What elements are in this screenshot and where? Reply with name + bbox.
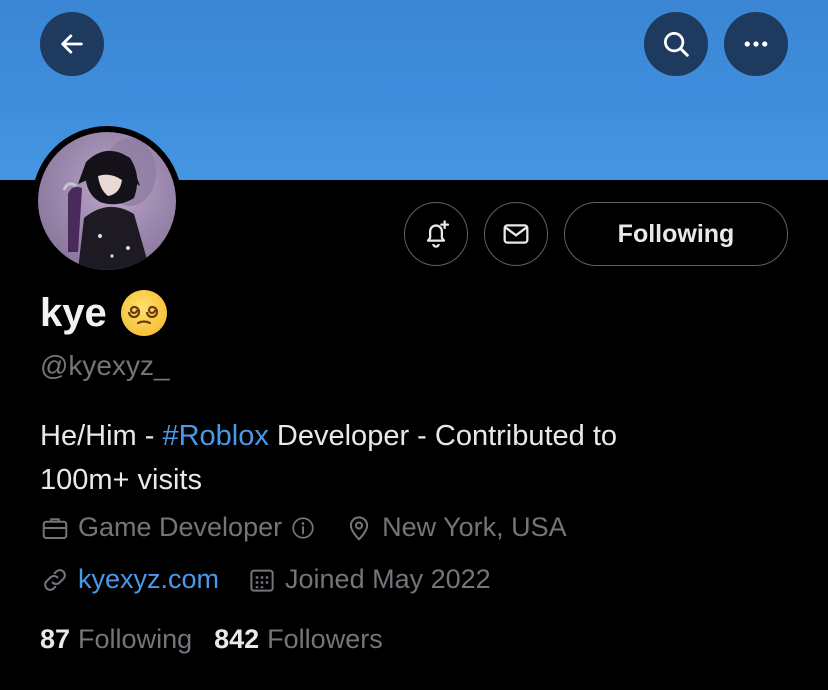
dizzy-face-emoji <box>120 290 167 336</box>
following-button-label: Following <box>617 219 735 248</box>
bio-line2: 100m+ visits <box>40 464 202 496</box>
display-name: kye <box>40 290 107 335</box>
bio-line1-rest: Developer - Contributed to <box>268 420 618 452</box>
calendar-icon <box>250 569 274 592</box>
bell-plus-icon <box>426 220 450 248</box>
followers-count: 842 <box>214 624 260 654</box>
profile-meta-row-2: kyexyz.com Joined May 2022 <box>40 564 519 595</box>
avatar-image <box>38 132 176 270</box>
following-button[interactable]: Following <box>564 202 788 266</box>
location-item: New York, USA <box>344 512 567 543</box>
display-name-row: kye <box>40 290 167 336</box>
info-icon[interactable] <box>290 515 316 541</box>
bio-hashtag-link[interactable]: #Roblox <box>162 420 268 452</box>
arrow-left-icon <box>61 34 83 54</box>
back-button[interactable] <box>40 12 104 76</box>
message-button[interactable] <box>484 202 548 266</box>
notify-button[interactable] <box>404 202 468 266</box>
following-stat-label: Following <box>78 624 193 654</box>
bio: He/Him - #Roblox Developer - Contributed… <box>40 414 780 502</box>
handle: @kyexyz_ <box>40 350 170 381</box>
avatar[interactable] <box>32 126 182 276</box>
location-text: New York, USA <box>382 512 567 542</box>
more-options-button[interactable] <box>724 12 788 76</box>
bio-prefix: He/Him - <box>40 420 163 452</box>
envelope-icon <box>503 224 529 244</box>
category-text: Game Developer <box>78 512 283 542</box>
category-item: Game Developer <box>40 512 316 543</box>
following-stat-link[interactable]: 87 Following <box>40 624 192 655</box>
website-item[interactable]: kyexyz.com <box>40 564 219 595</box>
location-pin-icon <box>349 515 369 541</box>
website-link[interactable]: kyexyz.com <box>78 564 219 595</box>
profile-meta-row-1: Game Developer New York, USA <box>40 512 595 543</box>
link-icon <box>44 568 66 591</box>
followers-stat-link[interactable]: 842 Followers <box>214 624 383 655</box>
joined-text: Joined May 2022 <box>285 564 491 594</box>
following-count: 87 <box>40 624 71 654</box>
search-icon <box>664 32 689 57</box>
joined-item: Joined May 2022 <box>247 564 491 595</box>
more-horizontal-icon <box>744 41 768 47</box>
briefcase-icon <box>42 517 68 539</box>
search-button[interactable] <box>644 12 708 76</box>
followers-stat-label: Followers <box>267 624 383 654</box>
follow-stats: 87 Following 842 Followers <box>40 624 383 655</box>
